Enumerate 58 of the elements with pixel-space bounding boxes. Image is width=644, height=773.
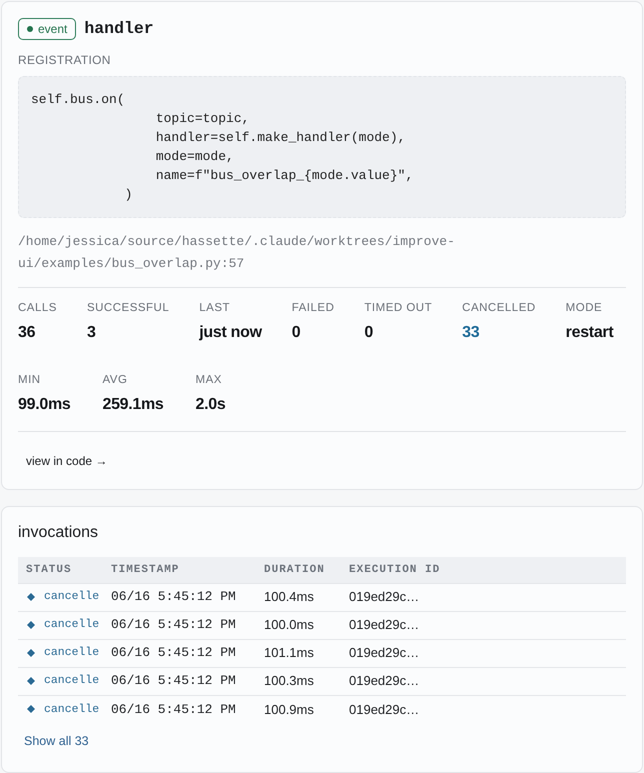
stat-label: CANCELLED [462, 301, 536, 315]
event-badge: event [18, 18, 76, 40]
stat-value: 0 [364, 323, 374, 343]
diamond-icon [27, 621, 35, 629]
status-text: cancelle [44, 702, 100, 718]
stat-label: MAX [196, 373, 223, 387]
table-cell: 019ed29c… [341, 611, 626, 639]
table-cell: 06/16 5:45:12 PM [103, 695, 256, 723]
table-cell: 06/16 5:45:12 PM [103, 583, 256, 611]
stat-value: restart [566, 323, 614, 343]
stat-label: AVG [102, 373, 128, 387]
diamond-icon [27, 593, 35, 601]
status-text: cancelle [44, 645, 100, 662]
table-cell: 101.1ms [256, 639, 341, 667]
column-header: DURATION [256, 557, 341, 583]
stat-value: 0 [292, 323, 302, 343]
table-cell: 019ed29c… [341, 667, 626, 695]
stat-value: just now [199, 323, 262, 343]
stat-link[interactable]: 33 [462, 322, 536, 344]
dot-icon [27, 26, 33, 32]
stat-value: 99.0ms [18, 395, 70, 415]
section-title: invocations [18, 523, 100, 543]
stat-label: SUCCESSFUL [86, 301, 170, 315]
table-cell: 100.9ms [256, 695, 341, 723]
stat-label: MIN [18, 373, 42, 387]
handler-title: handler [84, 18, 154, 40]
status-text: cancelle [44, 673, 100, 690]
stat-label: MODE [566, 301, 604, 315]
table-cell: 019ed29c… [341, 639, 626, 667]
section-label: REGISTRATION [18, 52, 112, 68]
table-cell: 06/16 5:45:12 PM [103, 639, 256, 667]
stat-value: 36 [18, 323, 36, 343]
table-cell: 06/16 5:45:12 PM [103, 611, 256, 639]
stat-value: 3 [86, 323, 97, 343]
show-all-link[interactable]: Show all 33 [24, 733, 89, 749]
view-in-code-link[interactable]: view in code → [18, 447, 116, 475]
table-cell: 019ed29c… [341, 583, 626, 611]
stat-value: 2.0s [196, 395, 226, 415]
table-cell: 06/16 5:45:12 PM [103, 667, 256, 695]
column-header: STATUS [18, 557, 103, 583]
stat-label: TIMED OUT [364, 301, 432, 315]
stat-value: 259.1ms [102, 395, 164, 415]
diamond-icon [27, 677, 35, 685]
column-header: EXECUTION ID [341, 557, 626, 583]
stat-label: LAST [199, 301, 232, 315]
code-block: self.bus.on( topic=topic, handler=self.make_handler(mode), mode=mode, name=f"bus_overlap_{mode.value}", ) [18, 76, 626, 218]
stat-label: CALLS [18, 301, 57, 315]
diamond-icon [27, 705, 35, 714]
status-text: cancelle [44, 589, 100, 606]
diamond-icon [27, 649, 35, 657]
stat-label: FAILED [292, 301, 334, 315]
table-cell: 100.3ms [256, 667, 341, 695]
table-cell: 100.0ms [256, 611, 341, 639]
source-path: /home/jessica/source/hassette/.claude/worktrees/improve-ui/examples/bus_overlap.py:57 [18, 233, 456, 273]
column-header: TIMESTAMP [103, 557, 256, 583]
table-cell: 100.4ms [256, 583, 341, 611]
table-cell: 019ed29c… [341, 695, 626, 723]
status-text: cancelle [44, 617, 100, 634]
